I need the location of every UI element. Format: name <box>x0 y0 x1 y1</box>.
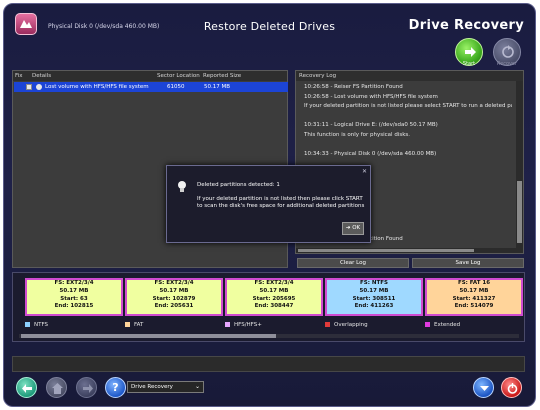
legend-label: NTFS <box>34 322 49 328</box>
legend-label: Overlapping <box>334 322 368 328</box>
dialog-message-body: If your deleted partition is not listed … <box>197 196 365 209</box>
partition-start: Start: 205695 <box>252 295 296 302</box>
power-button[interactable] <box>501 377 522 398</box>
back-button[interactable] <box>16 377 37 398</box>
partition-fs: FS: NTFS <box>360 280 388 286</box>
column-fix[interactable]: Fix <box>15 73 23 79</box>
question-icon: ? <box>112 381 119 394</box>
partition-map: FS: EXT2/3/4 50.17 MB Start: 63 End: 102815… <box>12 272 525 342</box>
column-sector-location[interactable]: Sector Location <box>157 73 200 79</box>
column-reported-size[interactable]: Reported Size <box>203 73 241 79</box>
home-button[interactable] <box>46 377 67 398</box>
chevron-down-icon: ⌄ <box>194 383 200 390</box>
partition-size: 50.17 MB <box>359 287 389 294</box>
partition-fs: FS: EXT2/3/4 <box>254 280 294 286</box>
lightbulb-icon <box>178 181 186 192</box>
close-icon[interactable]: ✕ <box>361 168 368 175</box>
partition-start: Start: 308511 <box>352 295 396 302</box>
partition-size: 50.17 MB <box>259 287 289 294</box>
partition-block[interactable]: FS: EXT2/3/4 50.17 MB Start: 102879 End: 20… <box>125 278 223 316</box>
legend-swatch <box>425 322 430 327</box>
ok-label: OK <box>352 225 361 231</box>
help-button[interactable]: ? <box>105 377 126 398</box>
legend-item: HFS/HFS+ <box>225 322 262 328</box>
log-horizontal-scrollbar[interactable] <box>296 248 518 253</box>
row-sector: 61050 <box>167 84 185 90</box>
log-line: 10:31:11 - Logical Drive E: (/dev/sda0 5… <box>304 122 438 128</box>
recovery-log-header: Recovery Log <box>296 71 523 81</box>
clear-log-button[interactable]: Clear Log <box>297 258 409 268</box>
row-details: Lost volume with HFS/HFS file system <box>45 84 149 90</box>
legend-item: NTFS <box>25 322 48 328</box>
log-vertical-scrollbar[interactable] <box>516 81 523 253</box>
partition-block[interactable]: FS: EXT2/3/4 50.17 MB Start: 63 End: 102815 <box>25 278 123 316</box>
selected-radio-icon <box>36 84 42 90</box>
partition-size: 50.17 MB <box>159 287 189 294</box>
brand-title: Drive Recovery <box>408 18 524 33</box>
partition-fs: FS: FAT 16 <box>457 280 491 286</box>
partition-start: Start: 63 <box>60 295 88 302</box>
partition-start: Start: 102879 <box>152 295 196 302</box>
log-line: 10:26:58 - Lost volume with HFS/HFS file… <box>304 93 438 100</box>
legend-label: FAT <box>134 322 144 328</box>
partition-size: 50.17 MB <box>59 287 89 294</box>
arrow-right-icon <box>465 47 476 57</box>
partition-end: End: 411263 <box>354 303 394 310</box>
table-row[interactable]: Lost volume with HFS/HFS file system 610… <box>14 82 288 92</box>
save-log-button[interactable]: Save Log <box>412 258 524 268</box>
log-line: This function is only for physical disks… <box>304 131 411 138</box>
ok-button[interactable]: ➔ OK <box>342 222 364 235</box>
ok-arrow-icon: ➔ <box>345 225 351 231</box>
partition-map-scrollbar[interactable] <box>19 334 519 338</box>
partition-end: End: 205631 <box>154 303 194 310</box>
legend-swatch <box>25 322 30 327</box>
legend-label: Extended <box>434 322 461 328</box>
arrow-right-icon <box>83 384 93 393</box>
partition-block[interactable]: FS: FAT 16 50.17 MB Start: 411327 End: 5140… <box>425 278 523 316</box>
column-details[interactable]: Details <box>32 73 51 79</box>
partition-list-header: Fix Details Sector Location Reported Siz… <box>13 71 287 81</box>
legend-item: Overlapping <box>325 322 368 328</box>
fix-checkbox[interactable] <box>26 84 32 90</box>
chevron-down-icon <box>480 386 489 391</box>
recover-label: Recover <box>496 61 518 67</box>
dialog-message-title: Deleted partitions detected: 1 <box>197 182 280 188</box>
log-line: 10:34:33 - Physical Disk 0 (/dev/sda 460… <box>304 150 437 157</box>
partition-block[interactable]: FS: NTFS 50.17 MB Start: 308511 End: 411263 <box>325 278 423 316</box>
scroll-down-button[interactable] <box>473 377 494 398</box>
partition-block[interactable]: FS: EXT2/3/4 50.17 MB Start: 205695 End: 30… <box>225 278 323 316</box>
partition-size: 50.17 MB <box>459 287 489 294</box>
power-icon <box>507 383 518 394</box>
row-size: 50.17 MB <box>204 84 231 90</box>
legend-label: HFS/HFS+ <box>234 322 262 328</box>
legend-swatch <box>225 322 230 327</box>
partition-end: End: 514079 <box>454 303 494 310</box>
log-line: If your deleted partition is not listed … <box>304 103 512 109</box>
mode-select[interactable]: Drive Recovery ⌄ <box>127 381 204 393</box>
legend-swatch <box>125 322 130 327</box>
status-bar <box>12 356 525 372</box>
forward-button[interactable] <box>76 377 97 398</box>
legend-swatch <box>325 322 330 327</box>
start-label: Start <box>462 61 476 67</box>
partition-end: End: 102815 <box>54 303 94 310</box>
arrow-left-icon <box>22 384 32 393</box>
partition-start: Start: 411327 <box>452 295 496 302</box>
partition-fs: FS: EXT2/3/4 <box>154 280 194 286</box>
mode-select-value: Drive Recovery <box>131 384 173 390</box>
legend-item: FAT <box>125 322 143 328</box>
legend-item: Extended <box>425 322 460 328</box>
log-line: 10:26:58 - Reiser FS Partition Found <box>304 84 403 90</box>
recover-icon <box>502 45 514 58</box>
deleted-partitions-dialog: ✕ Deleted partitions detected: 1 If your… <box>166 165 371 243</box>
home-icon <box>52 383 63 394</box>
partition-end: End: 308447 <box>254 303 294 310</box>
partition-fs: FS: EXT2/3/4 <box>54 280 94 286</box>
